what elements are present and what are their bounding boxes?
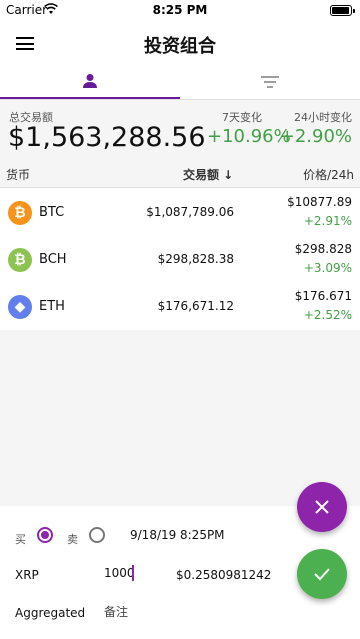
note-input[interactable] xyxy=(104,605,224,619)
table-row[interactable]: ◆ ETH $176,671.12 $176.671 +2.52% xyxy=(0,284,360,330)
tab-filter[interactable] xyxy=(180,64,360,100)
sell-label: 卖 xyxy=(67,533,78,546)
person-icon xyxy=(83,74,97,88)
coin-change: +2.91% xyxy=(303,214,352,228)
total-volume-value: $1,563,288.56 xyxy=(8,122,206,153)
change-7d-label: 7天变化 xyxy=(222,111,262,124)
page-title: 投资组合 xyxy=(144,36,216,57)
coin-symbol: BTC xyxy=(39,205,65,220)
status-time: 8:25 PM xyxy=(152,3,208,17)
time-field[interactable]: 8:25PM xyxy=(180,528,225,542)
date-field[interactable]: 9/18/19 xyxy=(130,528,176,542)
bch-icon: ₿ xyxy=(8,248,32,272)
portfolio-summary: 总交易额 7天变化 24小时变化 $1,563,288.56 +10.96% +… xyxy=(0,100,360,158)
quantity-input[interactable] xyxy=(104,566,164,580)
coin-price: $10877.89 xyxy=(287,195,352,209)
status-bar: Carrier 8:25 PM xyxy=(0,0,360,20)
change-7d-value: +10.96% xyxy=(207,126,291,147)
list-empty-area xyxy=(0,330,360,506)
sell-radio[interactable] xyxy=(89,527,105,543)
change-24h-value: +2.90% xyxy=(279,126,352,147)
coin-field[interactable]: XRP xyxy=(15,568,39,582)
table-row[interactable]: ₿ BCH $298,828.38 $298.828 +3.09% xyxy=(0,237,360,283)
table-row[interactable]: ₿ BTC $1,087,789.06 $10877.89 +2.91% xyxy=(0,190,360,236)
close-button[interactable] xyxy=(297,482,347,532)
column-header-price[interactable]: 价格/24h xyxy=(303,166,354,183)
coin-volume: $1,087,789.06 xyxy=(146,205,234,219)
coin-symbol: ETH xyxy=(39,299,65,314)
change-24h-label: 24小时变化 xyxy=(294,111,352,124)
coin-change: +3.09% xyxy=(303,261,352,275)
coin-volume: $298,828.38 xyxy=(157,252,234,266)
column-header-volume[interactable]: 交易额 ↓ xyxy=(183,166,233,183)
app-bar: 投资组合 xyxy=(0,20,360,64)
text-cursor xyxy=(132,565,134,581)
buy-radio[interactable] xyxy=(37,527,53,543)
price-field[interactable]: $0.2580981242 xyxy=(176,568,271,582)
aggregated-label: Aggregated xyxy=(15,606,86,620)
confirm-button[interactable] xyxy=(297,549,347,599)
buy-label: 买 xyxy=(15,533,26,546)
coin-change: +2.52% xyxy=(303,308,352,322)
coin-price: $298.828 xyxy=(294,242,352,256)
btc-icon: ₿ xyxy=(8,201,32,225)
close-icon xyxy=(315,500,329,514)
coin-price: $176.671 xyxy=(294,289,352,303)
coin-symbol: BCH xyxy=(39,252,67,267)
table-header: 货币 交易额 ↓ 价格/24h xyxy=(0,158,360,188)
coin-volume: $176,671.12 xyxy=(157,299,234,313)
filter-icon xyxy=(261,76,279,88)
eth-icon: ◆ xyxy=(8,295,32,319)
check-icon xyxy=(314,568,330,581)
tab-bar xyxy=(0,64,360,100)
tab-portfolio[interactable] xyxy=(0,64,180,100)
column-header-coin[interactable]: 货币 xyxy=(6,166,30,183)
battery-icon xyxy=(330,5,355,16)
